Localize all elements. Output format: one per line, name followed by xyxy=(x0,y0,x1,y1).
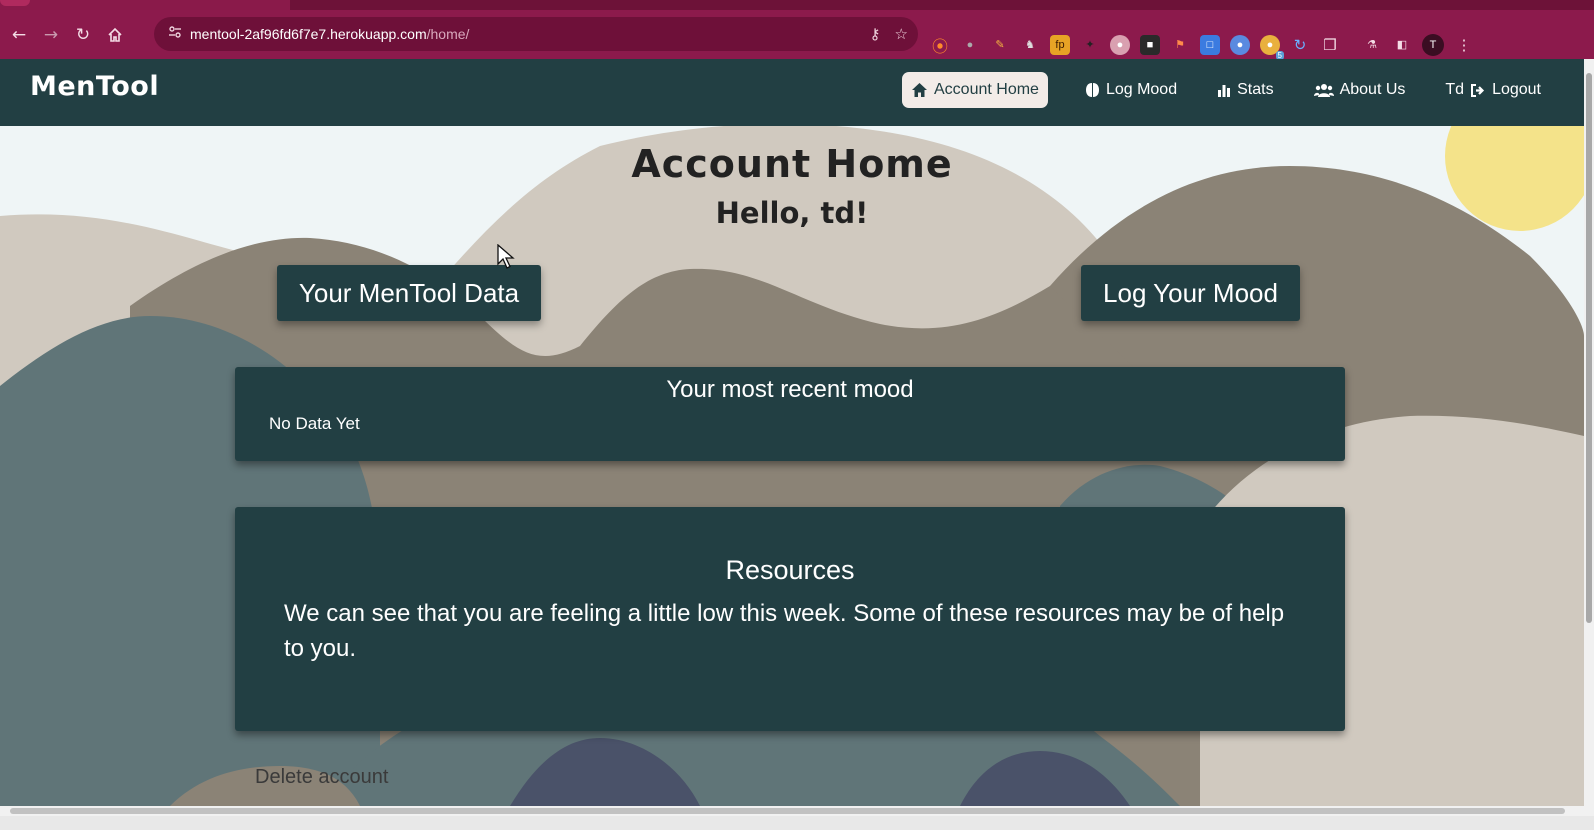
site-info-icon[interactable] xyxy=(160,25,190,43)
bookmark-star-icon[interactable]: ☆ xyxy=(895,25,908,43)
recent-mood-value: No Data Yet xyxy=(269,414,360,433)
users-icon xyxy=(1313,83,1334,97)
extensions-puzzle-icon[interactable]: ❒ xyxy=(1320,35,1340,55)
labs-flask-icon[interactable]: ⚗ xyxy=(1362,35,1382,55)
extension-fp-icon[interactable]: fp xyxy=(1050,34,1070,55)
nav-stats-label: Stats xyxy=(1237,81,1274,98)
mouse-cursor-icon xyxy=(497,244,515,269)
browser-tab[interactable] xyxy=(0,0,30,6)
your-data-button[interactable]: Your MenTool Data xyxy=(277,265,541,321)
reload-icon[interactable]: ↻ xyxy=(67,19,99,51)
horizontal-scrollbar[interactable] xyxy=(0,806,1584,816)
extension-feather-icon[interactable]: ✦ xyxy=(1080,35,1100,55)
extension-gray-icon[interactable]: ● xyxy=(960,35,980,55)
brain-icon xyxy=(1085,83,1099,97)
extension-circle-icon[interactable]: ● xyxy=(1230,34,1250,55)
nav-about-us-label: About Us xyxy=(1339,81,1406,98)
brand-logo[interactable]: MenTool xyxy=(30,71,159,102)
extension-badge-icon[interactable]: ● 5 xyxy=(1260,34,1284,60)
vertical-scrollbar[interactable] xyxy=(1584,59,1594,816)
bar-chart-icon xyxy=(1218,84,1231,97)
nav-logout[interactable]: Td Logout xyxy=(1436,72,1550,108)
nav-log-mood-label: Log Mood xyxy=(1105,81,1178,98)
resources-title: Resources xyxy=(725,555,855,585)
bottom-edge xyxy=(0,816,1594,830)
profile-avatar[interactable]: T xyxy=(1422,33,1444,56)
forward-icon[interactable]: → xyxy=(35,19,67,51)
site-navbar: MenTool Account Home Log Mood Stats Abou… xyxy=(0,59,1594,126)
resources-card: Resources We can see that you are feelin… xyxy=(235,507,1345,731)
password-key-icon[interactable]: ⚷ xyxy=(870,25,881,43)
log-mood-button[interactable]: Log Your Mood xyxy=(1081,265,1300,321)
home-icon xyxy=(912,83,927,97)
logout-icon xyxy=(1471,83,1485,97)
nav-username: Td xyxy=(1445,81,1465,98)
home-icon[interactable] xyxy=(99,19,131,51)
side-panel-icon[interactable]: ◧ xyxy=(1392,35,1412,55)
nav-log-mood[interactable]: Log Mood xyxy=(1076,72,1186,108)
extension-orange-icon[interactable]: ⦿ xyxy=(930,35,950,56)
delete-account-link[interactable]: Delete account xyxy=(255,766,388,789)
recent-mood-card: Your most recent mood No Data Yet xyxy=(235,367,1345,461)
extension-flag-icon[interactable]: ⚑ xyxy=(1170,35,1190,55)
back-icon[interactable]: ← xyxy=(3,19,35,51)
extension-dark-icon[interactable]: ■ xyxy=(1140,34,1160,55)
page-title: Account Home xyxy=(631,142,953,186)
extension-pen-icon[interactable]: ✎ xyxy=(990,35,1010,55)
extension-face-icon[interactable]: ● xyxy=(1110,34,1130,55)
main-content: Account Home Hello, td! Your MenTool Dat… xyxy=(0,126,1584,806)
nav-about-us[interactable]: About Us xyxy=(1305,72,1415,108)
nav-account-home-label: Account Home xyxy=(934,81,1039,98)
nav-account-home[interactable]: Account Home xyxy=(902,72,1048,108)
url-text: mentool-2af96fd6f7e7.herokuapp.com/home/ xyxy=(190,26,470,42)
recent-mood-title: Your most recent mood xyxy=(666,376,914,403)
browser-tab-strip-right xyxy=(290,0,1594,10)
resources-text: We can see that you are feeling a little… xyxy=(284,600,1285,662)
extension-c-icon[interactable]: ↻ xyxy=(1290,35,1310,55)
nav-stats[interactable]: Stats xyxy=(1208,72,1282,108)
address-bar[interactable]: mentool-2af96fd6f7e7.herokuapp.com/home/… xyxy=(154,17,918,51)
horizontal-scroll-thumb[interactable] xyxy=(10,808,1565,814)
browser-menu-icon[interactable]: ⋮ xyxy=(1454,35,1474,55)
nav-links: Account Home Log Mood Stats About Us Td … xyxy=(902,72,1550,108)
extension-doc-icon[interactable]: □ xyxy=(1200,34,1220,55)
nav-logout-label: Logout xyxy=(1492,81,1541,98)
browser-toolbar: ← → ↻ mentool-2af96fd6f7e7.herokuapp.com… xyxy=(0,10,1594,60)
extension-horse-icon[interactable]: ♞ xyxy=(1020,35,1040,55)
vertical-scroll-thumb[interactable] xyxy=(1586,73,1592,623)
greeting: Hello, td! xyxy=(715,196,869,230)
